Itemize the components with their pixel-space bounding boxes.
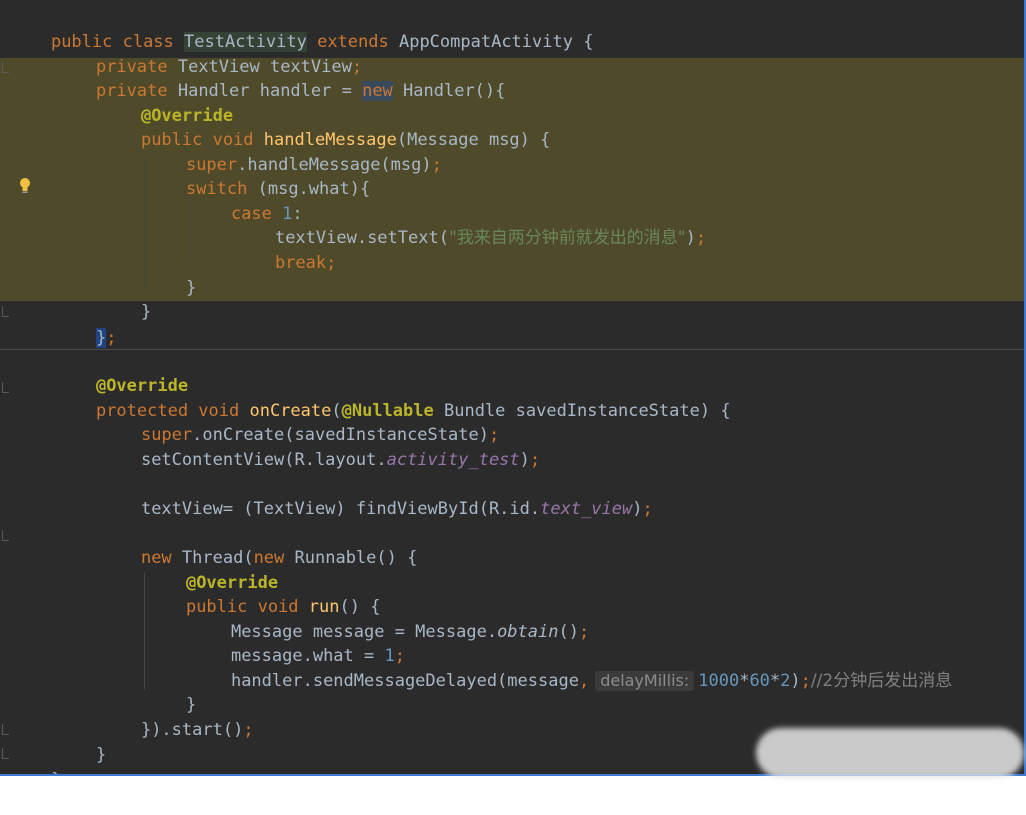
code-line[interactable]: protected void onCreate(@Nullable Bundle… xyxy=(55,375,731,421)
code-text: ) xyxy=(685,228,696,248)
code-text: }).start() xyxy=(140,720,244,740)
punctuation: ; xyxy=(243,720,254,740)
code-line[interactable]: case 1: xyxy=(190,178,303,224)
punctuation: ; xyxy=(578,622,590,642)
brace: } xyxy=(140,302,152,322)
code-text: textView= (TextView) findViewById(R.id. xyxy=(140,499,541,519)
code-line[interactable]: switch (msg.what){ xyxy=(145,153,370,199)
punctuation: ; xyxy=(642,499,653,519)
code-line[interactable]: super.onCreate(savedInstanceState); xyxy=(100,399,499,445)
code-line[interactable]: super.handleMessage(msg); xyxy=(145,129,442,175)
punctuation: ; xyxy=(529,450,541,470)
code-line[interactable]: } xyxy=(100,276,151,322)
fold-marker[interactable] xyxy=(2,382,9,393)
fold-marker[interactable] xyxy=(2,748,9,759)
code-line[interactable]: }).start(); xyxy=(100,694,254,740)
punctuation: ; xyxy=(106,328,117,348)
code-line[interactable]: }; xyxy=(55,302,116,348)
code-line[interactable]: } xyxy=(55,719,106,765)
punctuation: ; xyxy=(431,155,442,175)
code-line[interactable]: break; xyxy=(234,227,336,273)
static-field: activity_test xyxy=(386,450,520,470)
code-line[interactable]: setContentView(R.layout.activity_test); xyxy=(100,424,540,470)
keyword: break xyxy=(274,253,327,273)
punctuation: ; xyxy=(800,671,811,691)
static-field: text_view xyxy=(540,499,633,519)
brace: } xyxy=(51,770,61,774)
code-text: ) xyxy=(790,671,801,691)
code-line[interactable]: Message message = Message.obtain(); xyxy=(190,596,589,642)
fold-marker[interactable] xyxy=(2,306,9,317)
code-text: ) xyxy=(632,499,643,519)
number: 1000 xyxy=(698,671,740,691)
code-text: Runnable() { xyxy=(294,548,418,568)
keyword: new xyxy=(362,81,393,101)
string-literal: "我来自两分钟前就发出的消息" xyxy=(448,228,686,248)
lightbulb-icon[interactable] xyxy=(18,177,32,195)
code-line[interactable]: @Override xyxy=(100,80,233,126)
code-text: Handler(){ xyxy=(392,81,506,101)
brace: } xyxy=(185,278,197,298)
code-line[interactable]: } xyxy=(10,744,61,774)
blurred-overlay xyxy=(756,728,1024,778)
code-line[interactable]: textView= (TextView) findViewById(R.id.t… xyxy=(100,473,653,519)
code-text: AppCompatActivity { xyxy=(398,32,594,52)
code-line[interactable]: private TextView textView; xyxy=(55,31,362,77)
code-line[interactable]: handler.sendMessageDelayed(message, delay… xyxy=(190,645,952,691)
code-line[interactable]: message.what = 1; xyxy=(190,620,405,666)
punctuation: ; xyxy=(326,253,337,273)
code-text: handler.sendMessageDelayed(message xyxy=(230,671,579,691)
parameter-hint: delayMillis: xyxy=(595,671,695,691)
number: 60 xyxy=(749,671,770,691)
fold-marker[interactable] xyxy=(2,530,9,541)
code-line[interactable]: public class TestActivity extends AppCom… xyxy=(10,6,593,52)
fold-marker[interactable] xyxy=(2,62,9,73)
operator: * xyxy=(739,671,750,691)
static-method: obtain xyxy=(497,622,559,642)
brace: } xyxy=(95,328,107,348)
punctuation: ; xyxy=(695,228,707,248)
code-line[interactable]: public void handleMessage(Message msg) { xyxy=(100,104,550,150)
code-line[interactable]: new Thread(new Runnable() { xyxy=(100,522,417,568)
code-line[interactable]: private Handler handler = new Handler(){ xyxy=(55,55,505,101)
code-line[interactable]: @Override xyxy=(55,350,188,396)
code-line[interactable]: textView.setText("我来自两分钟前就发出的消息"); xyxy=(234,202,706,248)
brace: } xyxy=(95,745,107,765)
code-line[interactable]: public void run() { xyxy=(145,571,381,617)
code-text: ) xyxy=(519,450,530,470)
punctuation: , xyxy=(578,671,590,691)
code-line[interactable]: } xyxy=(145,252,196,298)
code-line[interactable]: @Override xyxy=(145,547,278,593)
code-text: setContentView(R.layout. xyxy=(140,450,387,470)
code-text: () xyxy=(558,622,579,642)
operator: * xyxy=(769,671,781,691)
code-editor[interactable]: public class TestActivity extends AppCom… xyxy=(0,0,1026,776)
code-line[interactable]: } xyxy=(145,669,196,715)
number: 2 xyxy=(780,671,791,691)
comment: //2分钟后发出消息 xyxy=(810,671,953,691)
fold-marker[interactable] xyxy=(2,724,9,735)
